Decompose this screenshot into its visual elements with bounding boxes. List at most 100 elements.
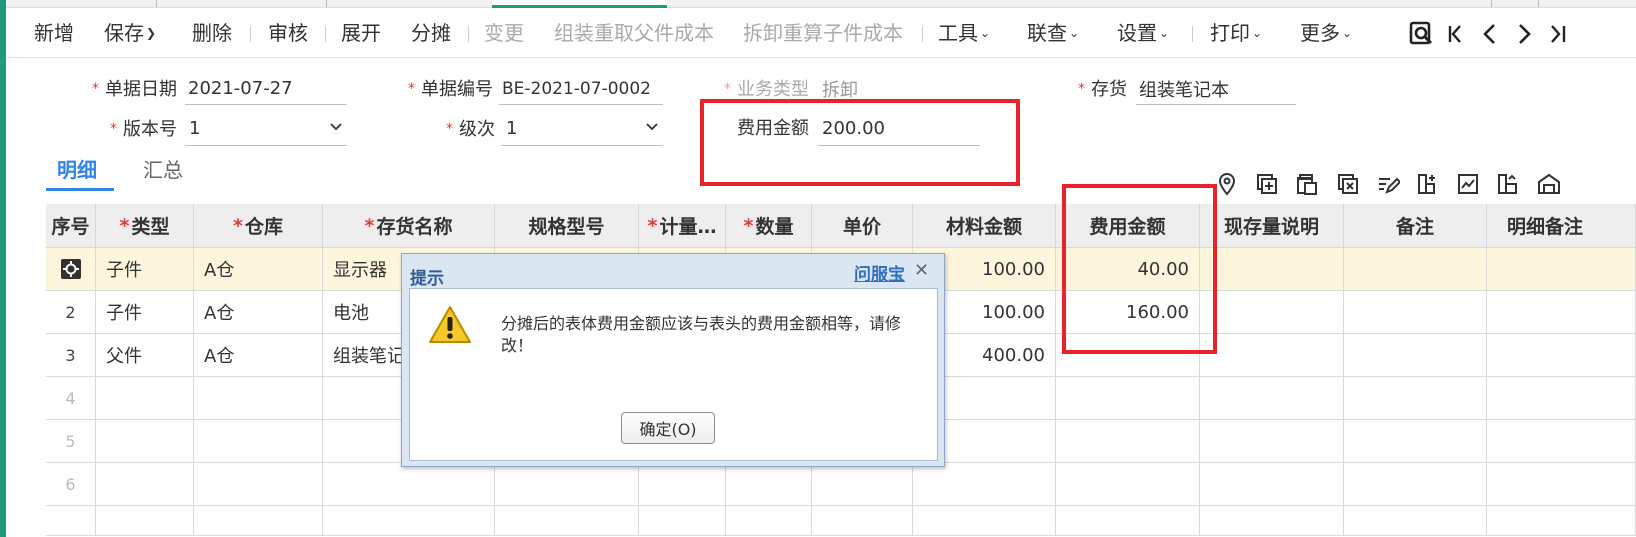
ok-button[interactable]: 确定(O) [621,412,715,444]
disassembly-recalc-child-cost-button[interactable]: 拆卸重算子件成本 [743,21,903,45]
last-record-icon[interactable] [1544,20,1572,48]
doc-no-input[interactable]: BE-2021-07-0002 [502,77,651,101]
cell-warehouse[interactable] [194,463,323,506]
close-icon[interactable]: ✕ [914,260,929,281]
more-dropdown[interactable]: 更多 ⌄ [1300,21,1352,45]
cell-price[interactable] [812,463,913,506]
column-header[interactable]: 备注 [1344,204,1487,248]
cell-fee-amount[interactable] [1056,420,1200,463]
cell-stock-note[interactable] [1200,248,1344,291]
query-dropdown[interactable]: 联查 ⌄ [1027,21,1079,45]
cell-detail-remark[interactable] [1487,248,1636,291]
doc-date-input[interactable]: 2021-07-27 [188,77,293,101]
cell-fee-amount[interactable] [1056,463,1200,506]
cell-stock-note[interactable] [1200,291,1344,334]
cell-fee-amount[interactable] [1056,506,1200,536]
cell-warehouse[interactable] [194,506,323,536]
row-settings-icon[interactable] [46,248,96,291]
cell-name[interactable] [323,463,495,506]
cell-type[interactable]: 子件 [96,291,194,334]
insert-column-icon[interactable] [1416,172,1440,196]
cell-unit[interactable] [639,463,726,506]
level-select[interactable]: 1 [506,117,517,141]
inventory-input[interactable]: 组装笔记本 [1139,79,1229,103]
cell-type[interactable]: 子件 [96,248,194,291]
chevron-down-icon[interactable] [646,121,658,133]
delete-row-icon[interactable] [1336,172,1360,196]
cell-warehouse[interactable]: A仓 [194,334,323,377]
cell-unit[interactable] [639,506,726,536]
settings-dropdown[interactable]: 设置 ⌄ [1117,21,1169,45]
delete-button[interactable]: 删除 [192,21,232,45]
cell-material-amount[interactable] [913,463,1056,506]
cell-stock-note[interactable] [1200,377,1344,420]
cell-stock-note[interactable] [1200,420,1344,463]
column-header[interactable]: 材料金额 [913,204,1056,248]
cell-material-amount[interactable] [913,506,1056,536]
cell-remark[interactable] [1344,291,1487,334]
cell-warehouse[interactable] [194,377,323,420]
column-settings-icon[interactable] [1496,172,1520,196]
first-record-icon[interactable] [1442,20,1470,48]
column-header[interactable]: * 类型 [96,204,194,248]
cell-stock-note[interactable] [1200,334,1344,377]
cell-detail-remark[interactable] [1487,463,1636,506]
previous-record-icon[interactable] [1476,20,1504,48]
cell-price[interactable] [812,506,913,536]
cell-warehouse[interactable] [194,420,323,463]
export-icon[interactable] [1456,172,1480,196]
warehouse-icon[interactable] [1537,172,1561,196]
help-link[interactable]: 问服宝 [854,260,905,285]
cell-type[interactable] [96,377,194,420]
column-header[interactable]: * 存货名称 [323,204,495,248]
cell-remark[interactable] [1344,334,1487,377]
cell-remark[interactable] [1344,463,1487,506]
cell-remark[interactable] [1344,506,1487,536]
cell-name[interactable] [323,506,495,536]
tab-summary[interactable]: 汇总 [143,158,183,182]
cell-detail-remark[interactable] [1487,377,1636,420]
cell-fee-amount[interactable] [1056,377,1200,420]
active-document-tab[interactable] [492,0,667,8]
tab-detail[interactable]: 明细 [57,158,97,182]
copy-row-icon[interactable] [1295,172,1319,196]
column-header[interactable]: 明细备注 [1487,204,1636,248]
cell-detail-remark[interactable] [1487,420,1636,463]
cell-remark[interactable] [1344,377,1487,420]
save-dropdown[interactable]: 保存 ❯ [104,21,156,45]
cell-detail-remark[interactable] [1487,334,1636,377]
cell-stock-note[interactable] [1200,463,1344,506]
column-header[interactable]: * 仓库 [194,204,323,248]
cell-spec[interactable] [495,506,639,536]
audit-button[interactable]: 审核 [268,21,308,45]
column-header[interactable]: 规格型号 [495,204,639,248]
print-dropdown[interactable]: 打印 ⌄ [1210,21,1262,45]
add-row-icon[interactable] [1255,172,1279,196]
cell-qty[interactable] [726,506,812,536]
change-button[interactable]: 变更 [484,21,524,45]
batch-edit-icon[interactable] [1376,172,1400,196]
next-record-icon[interactable] [1510,20,1538,48]
add-button[interactable]: 新增 [34,21,74,45]
cell-type[interactable] [96,506,194,536]
cell-stock-note[interactable] [1200,506,1344,536]
cell-type[interactable] [96,463,194,506]
column-header[interactable]: * 计量… [639,204,726,248]
cell-warehouse[interactable]: A仓 [194,291,323,334]
column-header[interactable]: 现存量说明 [1200,204,1344,248]
expand-button[interactable]: 展开 [341,21,381,45]
assembly-reget-parent-cost-button[interactable]: 组装重取父件成本 [554,21,714,45]
version-select[interactable]: 1 [189,117,200,141]
cell-warehouse[interactable]: A仓 [194,248,323,291]
column-header[interactable]: 单价 [812,204,913,248]
cell-type[interactable] [96,420,194,463]
cell-spec[interactable] [495,463,639,506]
column-header[interactable]: 序号 [46,204,96,248]
search-document-icon[interactable] [1408,20,1436,48]
column-header[interactable]: * 数量 [726,204,812,248]
cell-qty[interactable] [726,463,812,506]
chevron-down-icon[interactable] [330,121,342,133]
tools-dropdown[interactable]: 工具 ⌄ [938,21,990,45]
cell-detail-remark[interactable] [1487,291,1636,334]
cell-detail-remark[interactable] [1487,506,1636,536]
